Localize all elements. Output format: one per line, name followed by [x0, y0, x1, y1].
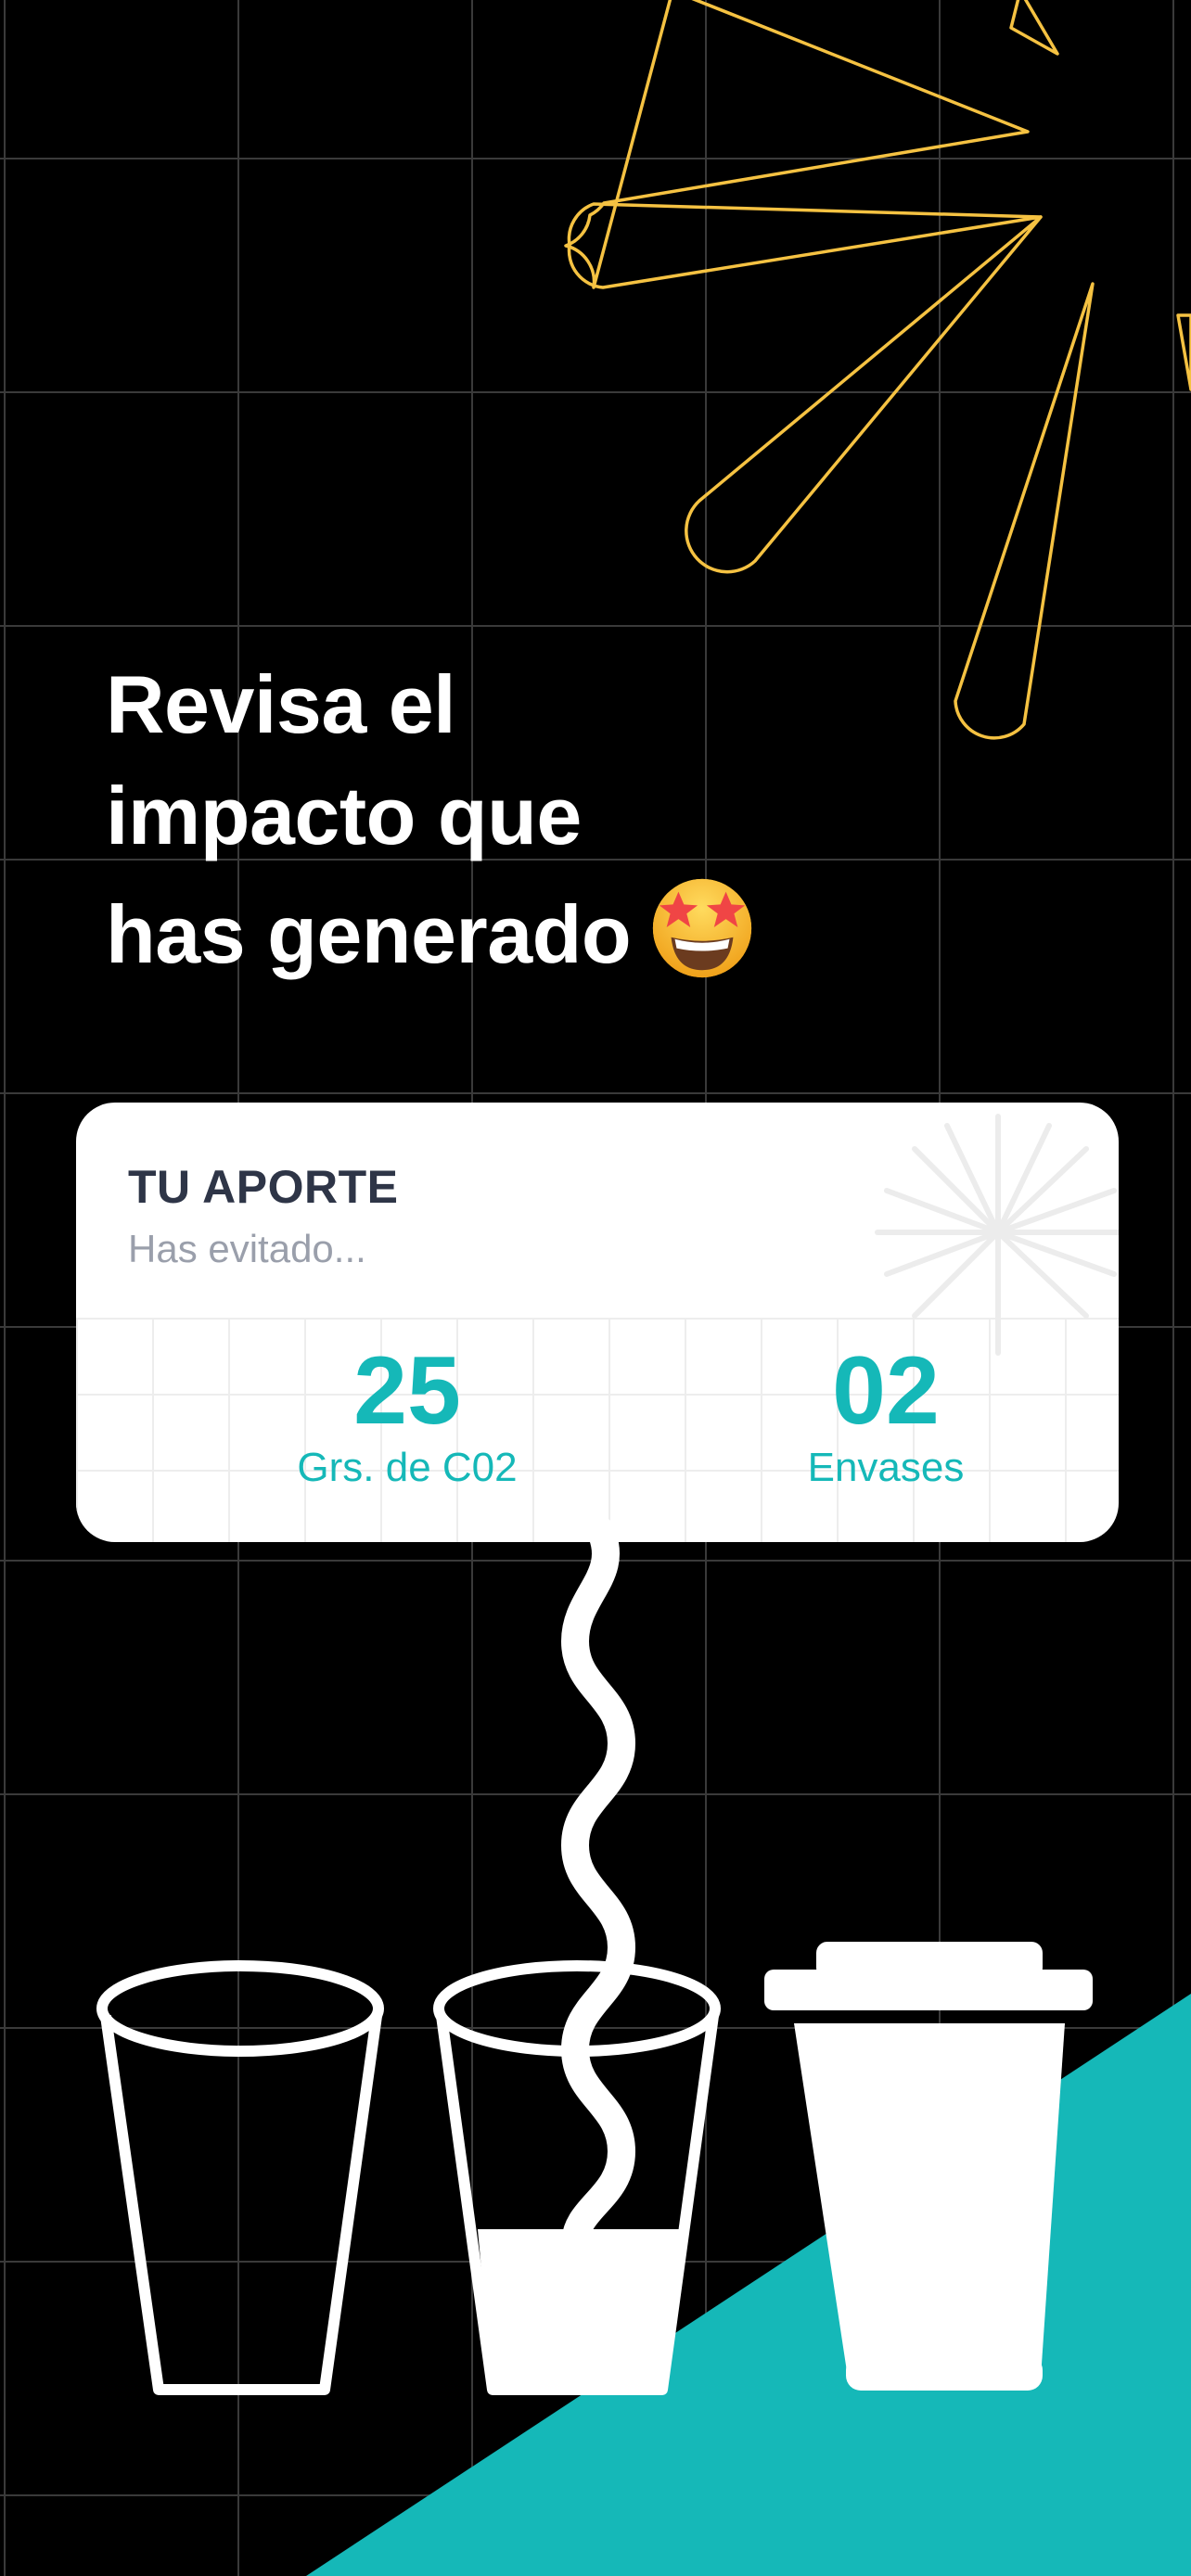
onboarding-screen: Revisa el impacto que has generado TU AP… [0, 0, 1191, 2576]
coffee-cup-icon [764, 1942, 1093, 2391]
cups-illustration [96, 1516, 1093, 2395]
wavy-straw-icon [560, 1516, 636, 2258]
empty-glass-icon [96, 1960, 384, 2395]
